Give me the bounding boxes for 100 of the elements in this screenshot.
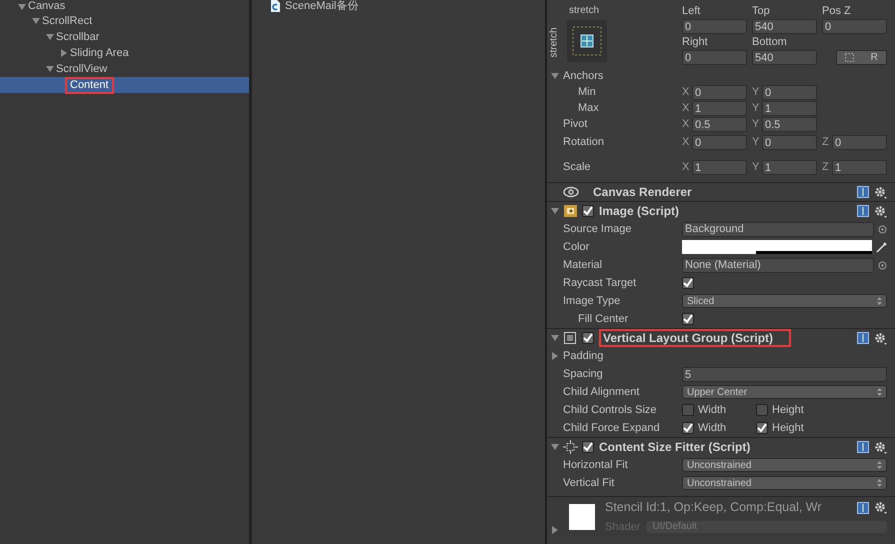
- anchor-preset-widget[interactable]: [567, 20, 607, 62]
- checkbox[interactable]: [582, 205, 594, 217]
- dropdown[interactable]: Upper Center: [682, 385, 887, 399]
- input-field[interactable]: 1: [762, 100, 817, 116]
- checkbox[interactable]: [756, 404, 768, 416]
- color-swatch[interactable]: [682, 240, 872, 254]
- input-field[interactable]: 0: [762, 135, 817, 150]
- foldout-arrow-icon[interactable]: [551, 207, 559, 215]
- property-label: Min: [578, 84, 596, 100]
- dropdown[interactable]: Unconstrained: [682, 476, 887, 490]
- axis-label: Z: [822, 135, 830, 150]
- component-title[interactable]: Image (Script): [599, 202, 680, 220]
- input-field[interactable]: 0: [682, 50, 747, 65]
- input-field[interactable]: 1: [692, 100, 747, 116]
- preset-label: stretch: [569, 4, 600, 18]
- property-label: Source Image: [563, 222, 632, 237]
- component-title[interactable]: Vertical Layout Group (Script): [599, 329, 792, 347]
- object-field[interactable]: Background: [682, 222, 874, 236]
- checkbox[interactable]: [682, 277, 694, 289]
- dropdown[interactable]: Sliced: [682, 294, 887, 308]
- foldout-arrow-icon[interactable]: [551, 72, 559, 80]
- foldout-arrow-icon[interactable]: [551, 334, 559, 342]
- checkbox[interactable]: [682, 404, 694, 416]
- component-title[interactable]: Canvas Renderer: [593, 183, 692, 201]
- foldout-arrow-icon[interactable]: [32, 17, 40, 25]
- checkbox[interactable]: [582, 332, 594, 344]
- fitter-icon: [563, 440, 579, 454]
- input-field[interactable]: 0.5: [762, 117, 817, 132]
- checkbox[interactable]: [682, 313, 694, 325]
- axis-label: X: [682, 84, 690, 100]
- input-field[interactable]: 0.5: [692, 117, 747, 132]
- input-field[interactable]: 540: [752, 50, 817, 65]
- axis-label: Y: [752, 84, 760, 100]
- component-title[interactable]: Content Size Fitter (Script): [599, 438, 750, 456]
- property-label: Color: [563, 240, 590, 255]
- input-field[interactable]: 1: [832, 160, 887, 175]
- object-picker-icon[interactable]: [878, 224, 887, 234]
- settings-icon[interactable]: [874, 204, 887, 218]
- option-label: Height: [772, 402, 804, 418]
- input-field[interactable]: 5: [682, 366, 887, 382]
- hierarchy-item[interactable]: Scrollbar: [0, 29, 249, 45]
- object-field[interactable]: None (Material): [682, 258, 874, 272]
- foldout-arrow-icon[interactable]: [60, 49, 68, 57]
- foldout-arrow-icon[interactable]: [551, 443, 559, 451]
- image-icon: [563, 204, 579, 218]
- hierarchy-item[interactable]: Content: [0, 77, 249, 93]
- property-label: Scale: [563, 160, 591, 176]
- item-label: Canvas: [28, 0, 66, 13]
- script-file-icon: [270, 0, 281, 12]
- input-field[interactable]: 0: [692, 84, 747, 100]
- input-field[interactable]: 1: [762, 160, 817, 175]
- input-field[interactable]: 1: [692, 160, 747, 175]
- property-label: Anchors: [563, 68, 604, 84]
- property-label: Rotation: [563, 135, 604, 150]
- property-label: Pivot: [563, 117, 588, 132]
- checkbox[interactable]: [756, 422, 768, 434]
- axis-label: X: [682, 117, 690, 132]
- field-label: Top: [752, 4, 771, 19]
- dropdown-arrows-icon: [877, 297, 882, 305]
- project-item[interactable]: SceneMail备份: [270, 0, 545, 12]
- foldout-arrow-icon[interactable]: [18, 2, 26, 10]
- input-field[interactable]: 0: [682, 19, 747, 34]
- field-label: Pos Z: [822, 4, 852, 19]
- dropdown[interactable]: Unconstrained: [682, 458, 887, 472]
- input-field[interactable]: 540: [752, 19, 817, 34]
- settings-icon[interactable]: [874, 332, 887, 344]
- axis-label: X: [682, 135, 690, 150]
- material-description: Stencil Id:1, Op:Keep, Comp:Equal, Wr: [605, 499, 823, 516]
- hierarchy-item[interactable]: ScrollRect: [0, 13, 249, 29]
- item-label: Content: [65, 76, 114, 94]
- foldout-arrow-icon[interactable]: [46, 65, 54, 73]
- input-field[interactable]: 0: [762, 84, 817, 100]
- input-field[interactable]: 0: [822, 19, 887, 34]
- settings-icon[interactable]: [874, 186, 887, 198]
- field-label: Left: [682, 4, 702, 19]
- settings-icon[interactable]: [874, 501, 887, 514]
- checkbox[interactable]: [582, 441, 594, 453]
- foldout-arrow-icon[interactable]: [46, 33, 54, 41]
- hierarchy-item[interactable]: Canvas: [0, 0, 249, 13]
- input-field[interactable]: 0: [832, 135, 887, 150]
- property-label: Vertical Fit: [563, 476, 614, 491]
- foldout-arrow-icon[interactable]: [551, 352, 559, 360]
- dropdown-arrows-icon: [877, 461, 882, 469]
- item-label: ScrollRect: [42, 14, 92, 28]
- property-label: Spacing: [563, 366, 603, 382]
- object-picker-icon[interactable]: [878, 260, 887, 270]
- raw-edit-button[interactable]: R: [836, 50, 887, 65]
- eyedropper-icon[interactable]: [876, 242, 887, 252]
- input-field[interactable]: 0: [692, 135, 747, 150]
- field-label: Right: [682, 35, 709, 50]
- settings-icon[interactable]: [874, 440, 887, 454]
- layout-rows-icon: [563, 331, 579, 345]
- hierarchy-item[interactable]: ScrollView: [0, 61, 249, 77]
- property-label: Child Force Expand: [563, 420, 660, 436]
- axis-label: X: [682, 100, 690, 116]
- property-label: Raycast Target: [563, 276, 636, 291]
- foldout-arrow-icon[interactable]: [551, 526, 559, 534]
- property-label: Child Controls Size: [563, 402, 657, 418]
- hierarchy-item[interactable]: Sliding Area: [0, 45, 249, 61]
- checkbox[interactable]: [682, 422, 694, 434]
